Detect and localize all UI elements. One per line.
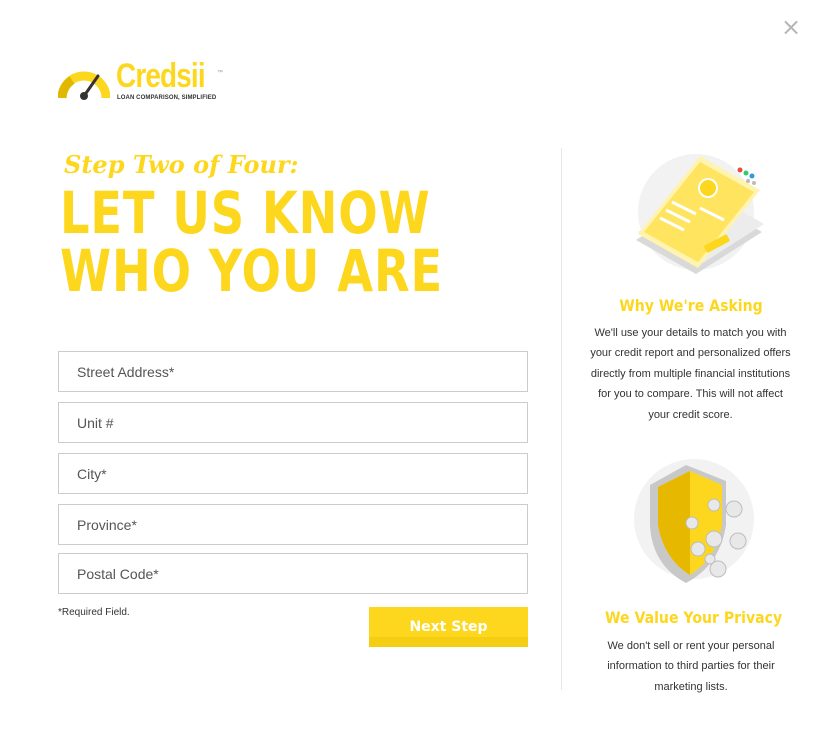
unit-input[interactable] [59, 403, 527, 442]
privacy-shield-illustration-icon [634, 459, 754, 583]
city-field[interactable] [58, 453, 528, 494]
logo-trademark: ™ [217, 70, 223, 76]
logo-wordmark: Credsii [116, 57, 206, 95]
logo-tagline: LOAN COMPARISON, SIMPLIFIED [117, 95, 217, 101]
street-address-input[interactable] [59, 352, 527, 391]
column-divider [561, 148, 562, 690]
headline-line-1: LET US KNOW [60, 179, 431, 247]
step-label: Step Two of Four: [64, 150, 299, 179]
province-field[interactable] [58, 504, 528, 545]
privacy-text: We don't sell or rent your personal info… [607, 640, 775, 693]
unit-field[interactable] [58, 402, 528, 443]
required-field-note: *Required Field. [58, 607, 130, 618]
credsii-logo: Credsii ™ LOAN COMPARISON, SIMPLIFIED [58, 58, 228, 106]
next-step-button[interactable]: Next Step [369, 607, 528, 647]
close-button[interactable]: × [780, 14, 802, 40]
speedometer-icon [58, 71, 110, 100]
postal-code-input[interactable] [59, 554, 527, 593]
headline-line-2: WHO YOU ARE [60, 237, 443, 305]
credit-form-illustration-icon [636, 154, 764, 274]
province-input[interactable] [59, 505, 527, 544]
why-asking-text: We'll use your details to match you with… [590, 327, 791, 421]
city-input[interactable] [59, 454, 527, 493]
postal-code-field[interactable] [58, 553, 528, 594]
why-asking-title: Why We're Asking [619, 296, 763, 315]
privacy-title: We Value Your Privacy [605, 608, 783, 627]
street-address-field[interactable] [58, 351, 528, 392]
page-headline: LET US KNOW WHO YOU ARE [60, 184, 443, 300]
